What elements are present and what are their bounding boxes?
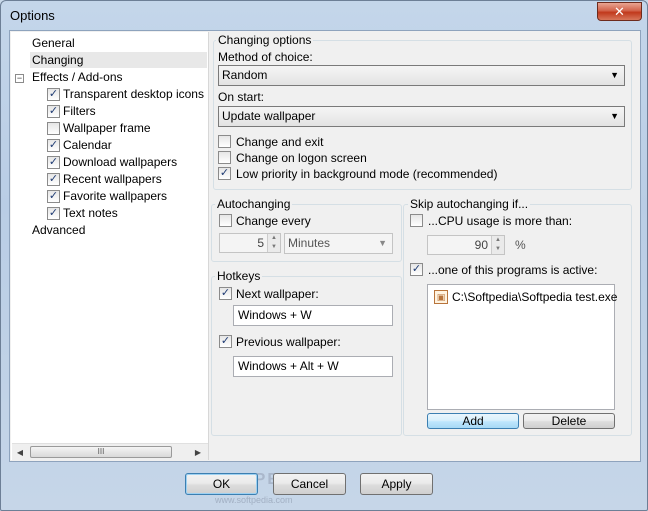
checkbox-filters[interactable]: ✓ [47,105,60,118]
tree-item-recent-wallpapers[interactable]: Recent wallpapers [63,171,207,187]
change-and-exit-checkbox[interactable] [218,135,231,148]
collapse-icon[interactable]: − [15,74,24,83]
scroll-left-icon[interactable]: ◀ [14,447,26,459]
scroll-right-icon[interactable]: ▶ [192,447,204,459]
dialog-client-area: General Changing − Effects / Add-ons ✓ T… [9,30,641,462]
change-on-logon-checkbox[interactable] [218,151,231,164]
checkbox-wallpaper-frame[interactable] [47,122,60,135]
interval-unit-select[interactable]: Minutes ▼ [284,233,393,254]
tree-horizontal-scrollbar[interactable]: ◀ III ▶ [12,443,208,460]
spin-up-icon[interactable]: ▲ [267,234,280,243]
next-wallpaper-label[interactable]: Next wallpaper: [236,287,319,301]
scroll-thumb[interactable]: III [30,446,172,458]
tree-item-effects-addons[interactable]: Effects / Add-ons [32,69,206,85]
previous-wallpaper-hotkey-field[interactable]: Windows + Alt + W [233,356,393,377]
tree-item-advanced[interactable]: Advanced [32,222,206,238]
low-priority-label[interactable]: Low priority in background mode (recomme… [236,167,497,181]
tree-item-wallpaper-frame[interactable]: Wallpaper frame [63,120,207,136]
programs-active-label[interactable]: ...one of this programs is active: [428,263,597,277]
checkbox-recent-wallpapers[interactable]: ✓ [47,173,60,186]
next-wallpaper-hotkey-field[interactable]: Windows + W [233,305,393,326]
spin-down-icon[interactable]: ▼ [491,245,504,254]
program-path: C:\Softpedia\Softpedia test.exe [452,290,618,304]
change-every-label[interactable]: Change every [236,214,311,228]
hotkeys-legend: Hotkeys [215,269,263,283]
previous-wallpaper-label[interactable]: Previous wallpaper: [236,335,341,349]
settings-tree: General Changing − Effects / Add-ons ✓ T… [11,32,209,460]
tree-item-filters[interactable]: Filters [63,103,207,119]
chevron-down-icon: ▼ [378,238,387,248]
programs-list[interactable]: ▣ C:\Softpedia\Softpedia test.exe [427,284,617,410]
cpu-usage-label[interactable]: ...CPU usage is more than: [428,214,572,228]
add-program-button[interactable]: Add [427,413,519,429]
window-title: Options [10,8,55,23]
tree-item-favorite-wallpapers[interactable]: Favorite wallpapers [63,188,207,204]
low-priority-checkbox[interactable]: ✓ [218,167,231,180]
cpu-usage-checkbox[interactable] [410,214,423,227]
ok-button[interactable]: OK [185,473,258,495]
options-window: Options ✕ General Changing − Effects / A… [0,0,648,511]
interval-unit-value: Minutes [288,236,331,250]
close-button[interactable]: ✕ [597,2,642,21]
interval-value: 5 [257,236,264,250]
method-of-choice-label: Method of choice: [218,50,313,64]
next-wallpaper-checkbox[interactable]: ✓ [219,287,232,300]
change-on-logon-label[interactable]: Change on logon screen [236,151,367,165]
chevron-down-icon: ▼ [610,111,619,121]
change-and-exit-label[interactable]: Change and exit [236,135,323,149]
tree-item-text-notes[interactable]: Text notes [63,205,207,221]
on-start-value: Update wallpaper [222,109,316,123]
application-file-icon: ▣ [434,290,448,304]
checkbox-download-wallpapers[interactable]: ✓ [47,156,60,169]
apply-button[interactable]: Apply [360,473,433,495]
tree-item-changing[interactable]: Changing [30,52,207,68]
watermark-url: www.softpedia.com [215,495,293,505]
method-of-choice-value: Random [222,68,268,82]
change-every-checkbox[interactable] [219,214,232,227]
interval-spinner[interactable]: 5 ▲ ▼ [219,233,281,253]
changing-options-legend: Changing options [216,33,314,47]
skip-autochanging-legend: Skip autochanging if... [408,197,531,211]
autochanging-legend: Autochanging [215,197,293,211]
chevron-down-icon: ▼ [610,70,619,80]
on-start-select[interactable]: Update wallpaper ▼ [218,106,625,127]
checkbox-favorite-wallpapers[interactable]: ✓ [47,190,60,203]
delete-program-button[interactable]: Delete [523,413,615,429]
tree-item-download-wallpapers[interactable]: Download wallpapers [63,154,207,170]
cpu-percent-unit: % [515,238,526,252]
title-bar[interactable]: Options ✕ [1,1,647,29]
cpu-threshold-spinner[interactable]: 90 ▲ ▼ [427,235,505,255]
programs-active-checkbox[interactable]: ✓ [410,263,423,276]
checkbox-calendar[interactable]: ✓ [47,139,60,152]
cpu-threshold-value: 90 [474,238,488,252]
spin-down-icon[interactable]: ▼ [267,243,280,252]
tree-item-transparent-icons[interactable]: Transparent desktop icons te [63,86,207,102]
spin-up-icon[interactable]: ▲ [491,236,504,245]
checkbox-transparent-icons[interactable]: ✓ [47,88,60,101]
method-of-choice-select[interactable]: Random ▼ [218,65,625,86]
on-start-label: On start: [218,90,265,104]
checkbox-text-notes[interactable]: ✓ [47,207,60,220]
cancel-button[interactable]: Cancel [273,473,346,495]
previous-wallpaper-checkbox[interactable]: ✓ [219,335,232,348]
tree-item-calendar[interactable]: Calendar [63,137,207,153]
tree-item-general[interactable]: General [32,35,206,51]
list-item[interactable]: ▣ C:\Softpedia\Softpedia test.exe [431,288,617,306]
